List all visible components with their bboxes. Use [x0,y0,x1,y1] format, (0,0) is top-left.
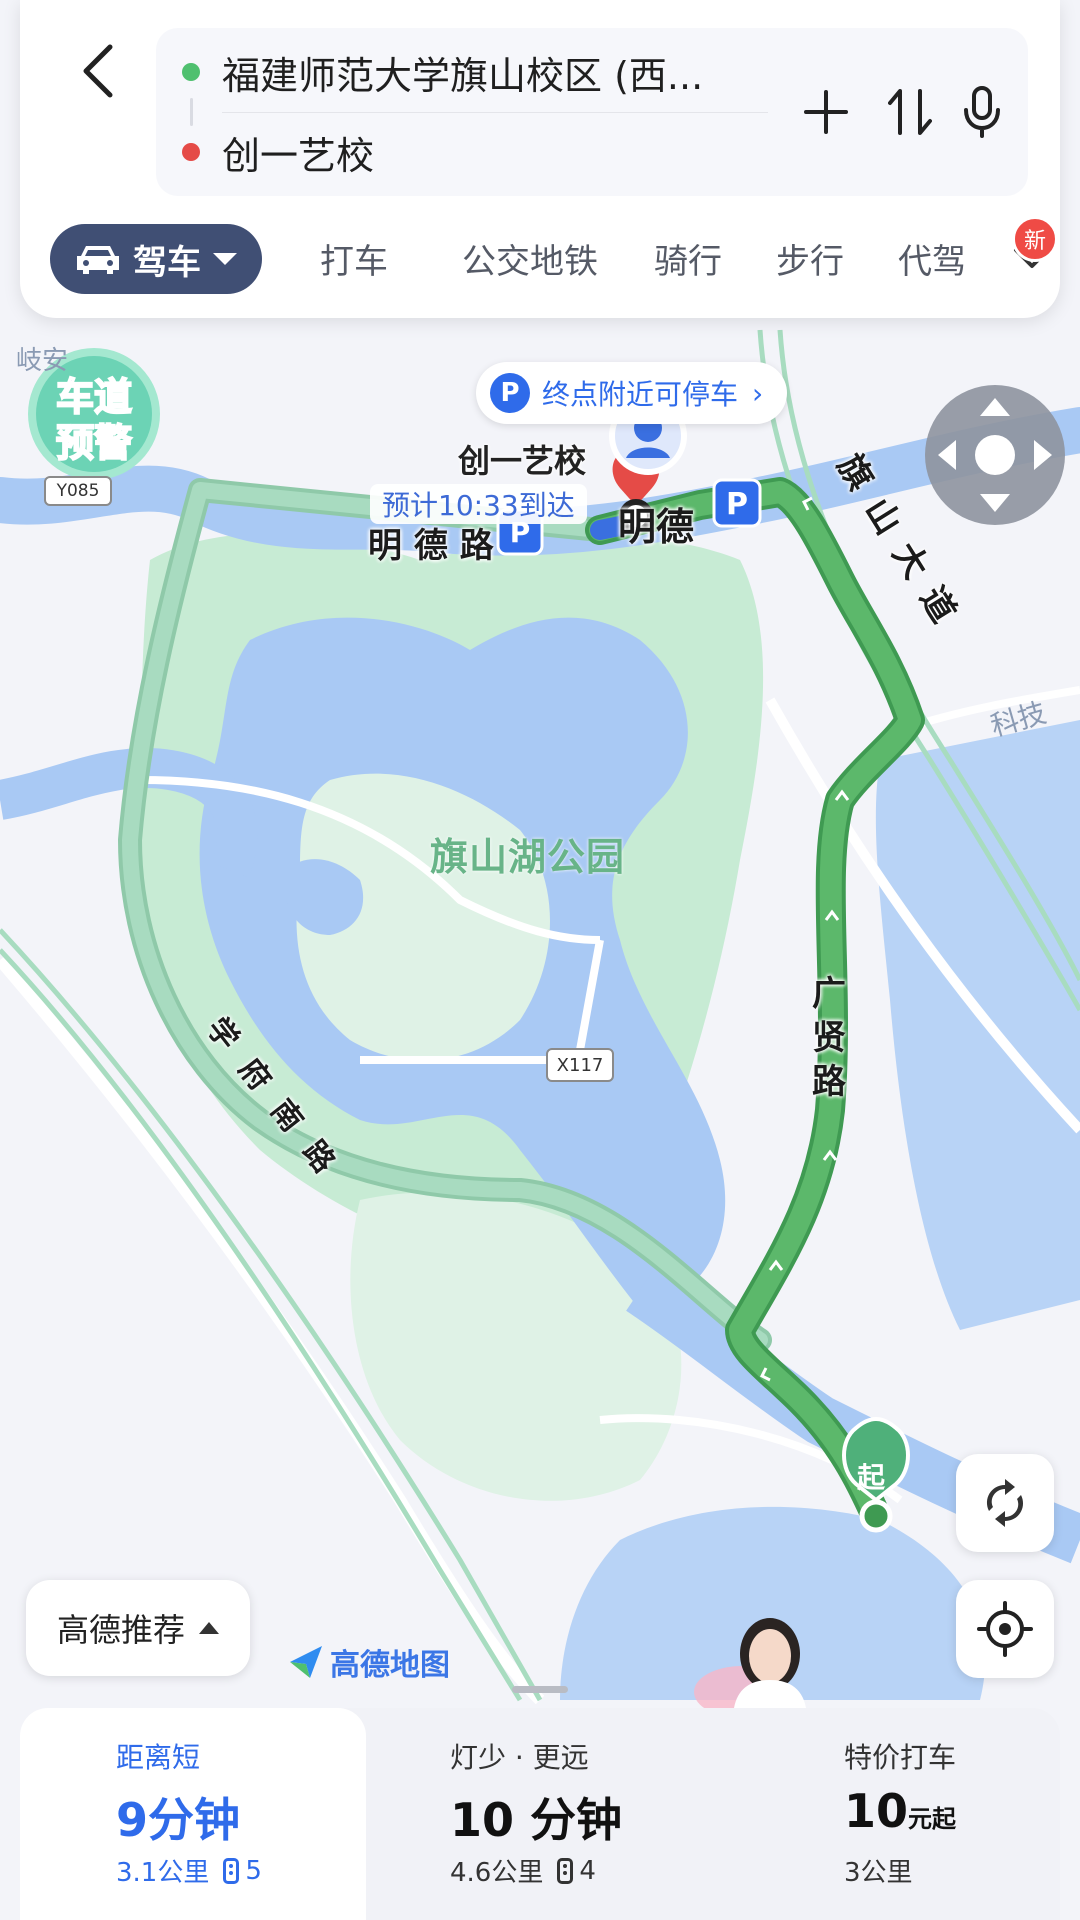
route-option-details: 4.6公里 4 [450,1852,596,1889]
route-options-sheet: 距离短 9分钟 3.1公里 5 灯少 · 更远 10 分钟 4.6公里 4 特价… [20,1708,1060,1920]
route-time-unit: 分钟 [148,1793,241,1847]
road-char: 贤 [812,1018,846,1058]
voice-assistant-avatar[interactable] [690,1596,840,1718]
chevron-left-icon [83,44,113,98]
origin-field[interactable]: 福建师范大学旗山校区 (西... [182,42,742,102]
voice-button[interactable] [952,80,1012,144]
tab-drive-label: 驾车 [133,242,201,283]
road-char: 路 [459,526,494,566]
microphone-icon [964,86,1000,138]
locate-button[interactable] [956,1580,1054,1678]
traffic-light-count: 4 [579,1855,596,1886]
divider [222,112,768,113]
route-distance: 3.1公里 [116,1858,210,1888]
swap-button[interactable] [880,80,940,144]
route-badge-x117: X117 [546,1048,614,1082]
route-points-box: 福建师范大学旗山校区 (西... 创一艺校 [156,28,1028,196]
traffic-light-icon [557,1857,574,1884]
road-char: 路 [812,1062,846,1102]
road-char: 德 [656,505,695,549]
route-option-tag: 距离短 [116,1741,201,1774]
parking-icon: P [490,373,530,413]
lane-warning-line2: 预警 [56,421,132,465]
svg-text:P: P [726,487,748,522]
route-option-details: 3.1公里 5 [116,1852,262,1889]
park-label: 旗山湖公园 [430,835,626,879]
parking-hint-text: 终点附近可停车 [542,378,739,411]
start-marker-label: 起 [857,1461,886,1494]
route-price-unit: 元起 [908,1805,957,1833]
new-badge: 新 [1012,216,1058,262]
route-option[interactable]: 灯少 · 更远 10 分钟 4.6公里 4 [366,1708,714,1920]
chevron-down-icon [213,253,237,265]
tab-transit[interactable]: 公交地铁 [462,234,598,283]
route-time-number: 10 [450,1793,515,1847]
refresh-icon [986,1479,1024,1527]
route-search-panel: 福建师范大学旗山校区 (西... 创一艺校 驾车 打车 公交地铁 骑行 步行 代… [20,0,1060,318]
tab-drive[interactable]: 驾车 [50,224,262,294]
chevron-up-icon [199,1622,219,1634]
back-button[interactable] [58,26,138,116]
origin-dot-icon [182,63,200,81]
route-preference-label: 高德推荐 [56,1611,185,1649]
road-char: 明 [368,526,402,566]
tab-walk[interactable]: 步行 [776,234,844,283]
origin-text: 福建师范大学旗山校区 (西... [222,53,704,98]
road-char: 明 [618,505,657,549]
route-option-time: 10 分钟 [450,1784,622,1850]
route-badge-y085: Y085 [44,476,112,506]
destination-text: 创一艺校 [222,133,375,178]
amap-logo-icon [290,1646,322,1678]
destination-field[interactable]: 创一艺校 [182,122,374,182]
route-preference-button[interactable]: 高德推荐 [26,1580,250,1676]
road-char: 广 [812,974,846,1014]
route-time-unit: 分钟 [530,1793,623,1847]
amap-logo: 高德地图 [288,1640,450,1684]
refresh-route-button[interactable] [956,1454,1054,1552]
map-pan-control[interactable] [924,384,1066,526]
destination-map-label: 创一艺校 [458,442,587,480]
traffic-light-count: 5 [245,1855,262,1886]
tab-designated-driver[interactable]: 代驾 [898,234,966,283]
chevron-right-icon: › [752,376,764,410]
transport-mode-tabs: 驾车 打车 公交地铁 骑行 步行 代驾 [50,224,1050,296]
road-label-guangxian: 广 贤 路 [812,972,852,1104]
plus-icon [804,90,848,134]
locate-icon [977,1601,1033,1657]
add-waypoint-button[interactable] [796,80,856,144]
lane-warning-line1: 车道 [56,375,132,419]
amap-logo-text: 高德地图 [330,1648,450,1683]
route-distance: 4.6公里 [450,1858,544,1888]
tab-bike[interactable]: 骑行 [654,234,722,283]
route-option-tag: 特价打车 [844,1741,957,1774]
swap-icon [888,89,932,135]
route-time-number: 9 [116,1793,149,1847]
road-char: 德 [413,526,448,566]
route-option-tag: 灯少 · 更远 [450,1741,589,1774]
car-icon [77,246,119,274]
route-price-number: 10 [844,1784,909,1838]
route-option[interactable]: 特价打车 10元起 3公里 [714,1708,1060,1920]
destination-dot-icon [182,143,200,161]
parking-icon: P [712,478,762,528]
traffic-light-icon [223,1857,240,1884]
route-option[interactable]: 距离短 9分钟 3.1公里 5 [20,1708,366,1920]
route-distance: 3公里 [844,1858,913,1888]
place-label: 岐安 [16,346,69,376]
road-label-mingde: 明 德 路 [368,518,494,567]
parking-hint-pill[interactable]: P 终点附近可停车 › [476,362,788,424]
route-option-details: 3公里 [844,1852,913,1889]
road-label-mingde-near: 明德 [618,496,694,551]
route-option-time: 9分钟 [116,1784,240,1850]
route-option-time: 10元起 [844,1784,956,1838]
drag-handle[interactable] [512,1686,568,1693]
tab-taxi[interactable]: 打车 [320,234,388,283]
